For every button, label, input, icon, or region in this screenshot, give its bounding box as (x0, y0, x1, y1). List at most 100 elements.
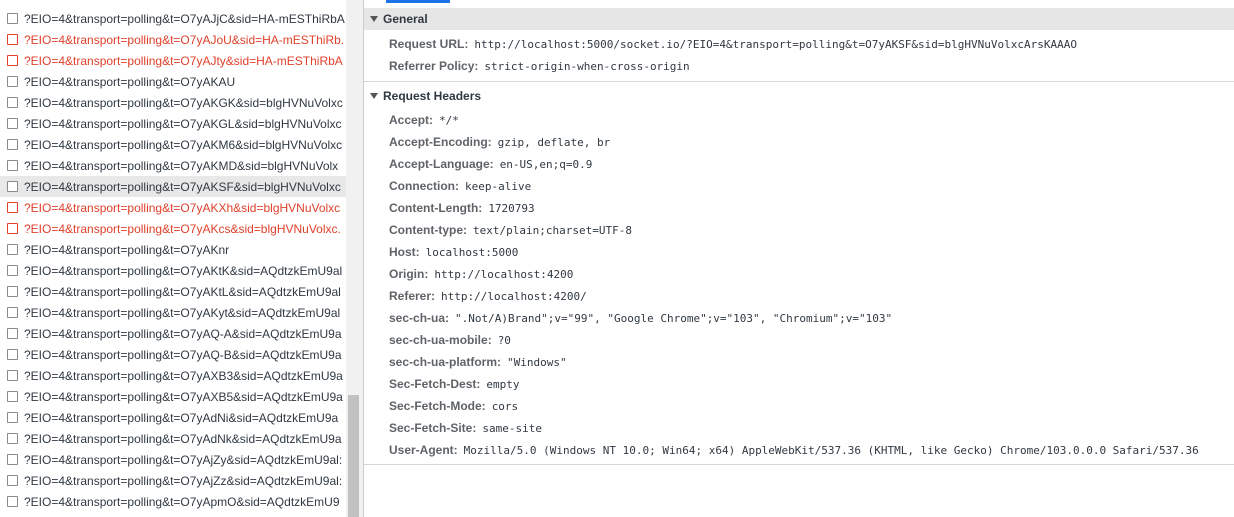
request-row[interactable]: ?EIO=4&transport=polling&t=O7yAJjC&sid=H… (0, 8, 346, 29)
request-name: ?EIO=4&transport=polling&t=O7yAJty&sid=H… (24, 53, 343, 68)
checkbox-icon[interactable] (7, 202, 18, 213)
section-divider (364, 81, 1234, 82)
request-row[interactable]: ?EIO=4&transport=polling&t=O7yAKM6&sid=b… (0, 134, 346, 155)
checkbox-icon[interactable] (7, 139, 18, 150)
checkbox-icon[interactable] (7, 349, 18, 360)
request-row[interactable]: ?EIO=4&transport=polling&t=O7yAJoU&sid=H… (0, 29, 346, 50)
request-name: ?EIO=4&transport=polling&t=O7yAJjC&sid=H… (24, 11, 345, 26)
checkbox-icon[interactable] (7, 76, 18, 87)
checkbox-icon[interactable] (7, 223, 18, 234)
request-header-row: Referer: http://localhost:4200/ (389, 285, 587, 307)
request-header-row: Accept-Language: en-US,en;q=0.9 (389, 153, 592, 175)
request-row[interactable]: ?EIO=4&transport=polling&t=O7yAQ-B&sid=A… (0, 344, 346, 365)
scrollbar-thumb[interactable] (348, 395, 359, 517)
request-row[interactable]: ?EIO=4&transport=polling&t=O7yAXB3&sid=A… (0, 365, 346, 386)
request-name: ?EIO=4&transport=polling&t=O7yAJoU&sid=H… (24, 32, 345, 47)
checkbox-icon[interactable] (7, 97, 18, 108)
request-row[interactable]: ?EIO=4&transport=polling&t=O7yAjZy&sid=A… (0, 449, 346, 470)
request-header-value: en-US,en;q=0.9 (499, 157, 593, 171)
request-row[interactable]: ?EIO=4&transport=polling&t=O7yAjZz&sid=A… (0, 470, 346, 491)
request-row[interactable]: ?EIO=4&transport=polling&t=O7yAKAU (0, 71, 346, 92)
request-row[interactable]: ?EIO=4&transport=polling&t=O7yAKcs&sid=b… (0, 218, 346, 239)
request-name: ?EIO=4&transport=polling&t=O7yAQ-B&sid=A… (24, 347, 342, 362)
request-row[interactable]: ?EIO=4&transport=polling&t=O7yApmO&sid=A… (0, 491, 346, 512)
request-row[interactable]: ?EIO=4&transport=polling&t=O7yAKtK&sid=A… (0, 260, 346, 281)
request-header-value: http://localhost:4200 (434, 267, 574, 281)
checkbox-icon[interactable] (7, 328, 18, 339)
request-row[interactable]: ?EIO=4&transport=polling&t=O7yAdNi&sid=A… (0, 407, 346, 428)
request-row[interactable]: ?EIO=4&transport=polling&t=O7yAdNk&sid=A… (0, 428, 346, 449)
request-name: ?EIO=4&transport=polling&t=O7yAjZz&sid=A… (24, 473, 343, 488)
request-row[interactable]: ?EIO=4&transport=polling&t=O7yAKnr (0, 239, 346, 260)
request-name: ?EIO=4&transport=polling&t=O7yAKM6&sid=b… (24, 137, 343, 152)
general-field-key: Referrer Policy: (389, 59, 479, 73)
request-header-value: ?0 (497, 333, 511, 347)
checkbox-icon[interactable] (7, 307, 18, 318)
request-header-value: http://localhost:4200/ (441, 289, 587, 303)
checkbox-icon[interactable] (7, 160, 18, 171)
request-name: ?EIO=4&transport=polling&t=O7yAKGK&sid=b… (24, 95, 343, 110)
request-name: ?EIO=4&transport=polling&t=O7yAKSF&sid=b… (24, 179, 341, 194)
request-header-value: Mozilla/5.0 (Windows NT 10.0; Win64; x64… (463, 443, 1199, 457)
request-row[interactable]: ?EIO=4&transport=polling&t=O7yAKMD&sid=b… (0, 155, 346, 176)
request-name: ?EIO=4&transport=polling&t=O7yAXB3&sid=A… (24, 368, 343, 383)
request-header-key: Accept: (389, 113, 434, 127)
request-row[interactable]: ?EIO=4&transport=polling&t=O7yAKGL&sid=b… (0, 113, 346, 134)
request-header-key: Content-type: (389, 223, 467, 237)
request-header-row: Accept: */* (389, 109, 459, 131)
request-row[interactable]: ?EIO=4&transport=polling&t=O7yAQ-A&sid=A… (0, 323, 346, 344)
active-tab-indicator (386, 0, 450, 3)
request-name: ?EIO=4&transport=polling&t=O7yAdNk&sid=A… (24, 431, 342, 446)
request-row[interactable]: ?EIO=4&transport=polling&t=O7yAKSF&sid=b… (0, 176, 346, 197)
request-header-row: Sec-Fetch-Dest: empty (389, 373, 519, 395)
triangle-down-icon[interactable] (370, 16, 378, 22)
checkbox-icon[interactable] (7, 55, 18, 66)
checkbox-icon[interactable] (7, 286, 18, 297)
request-header-value: localhost:5000 (425, 245, 519, 259)
checkbox-icon[interactable] (7, 244, 18, 255)
request-row[interactable]: ?EIO=4&transport=polling&t=O7yAJty&sid=H… (0, 50, 346, 71)
request-header-key: Accept-Encoding: (389, 135, 492, 149)
checkbox-icon[interactable] (7, 265, 18, 276)
request-headers-section-header[interactable]: Request Headers (364, 85, 1234, 107)
request-row[interactable]: ?EIO=4&transport=polling&t=O7yAKXh&sid=b… (0, 197, 346, 218)
request-header-row: Origin: http://localhost:4200 (389, 263, 573, 285)
checkbox-icon[interactable] (7, 496, 18, 507)
headers-panel: General Request URL: http://localhost:500… (364, 0, 1234, 517)
request-name: ?EIO=4&transport=polling&t=O7yAdNi&sid=A… (24, 410, 339, 425)
request-header-row: Connection: keep-alive (389, 175, 531, 197)
general-section-header[interactable]: General (364, 8, 1234, 30)
checkbox-icon[interactable] (7, 412, 18, 423)
section-divider (364, 464, 1234, 465)
checkbox-icon[interactable] (7, 475, 18, 486)
checkbox-icon[interactable] (7, 118, 18, 129)
checkbox-icon[interactable] (7, 433, 18, 444)
request-row[interactable]: ?EIO=4&transport=polling&t=O7yAXB5&sid=A… (0, 386, 346, 407)
request-header-row: Content-Length: 1720793 (389, 197, 535, 219)
request-header-key: Connection: (389, 179, 459, 193)
request-header-row: Content-type: text/plain;charset=UTF-8 (389, 219, 632, 241)
request-name: ?EIO=4&transport=polling&t=O7yAKtK&sid=A… (24, 263, 343, 278)
checkbox-icon[interactable] (7, 370, 18, 381)
request-row[interactable]: ?EIO=4&transport=polling&t=O7yAKGK&sid=b… (0, 92, 346, 113)
checkbox-icon[interactable] (7, 13, 18, 24)
request-row[interactable]: ?EIO=4&transport=polling&t=O7yAKtL&sid=A… (0, 281, 346, 302)
checkbox-icon[interactable] (7, 391, 18, 402)
general-field-key: Request URL: (389, 37, 469, 51)
request-header-value: gzip, deflate, br (497, 135, 611, 149)
triangle-down-icon[interactable] (370, 93, 378, 99)
general-field-value: strict-origin-when-cross-origin (484, 59, 690, 73)
checkbox-icon[interactable] (7, 34, 18, 45)
checkbox-icon[interactable] (7, 181, 18, 192)
request-header-key: sec-ch-ua-platform: (389, 355, 502, 369)
request-header-key: Accept-Language: (389, 157, 494, 171)
request-header-value: */* (439, 113, 459, 127)
checkbox-icon[interactable] (7, 454, 18, 465)
request-header-key: Referer: (389, 289, 436, 303)
request-name: ?EIO=4&transport=polling&t=O7yAKGL&sid=b… (24, 116, 342, 131)
request-headers-section-title: Request Headers (383, 89, 482, 103)
request-header-key: Origin: (389, 267, 429, 281)
request-list-scrollbar[interactable] (346, 0, 363, 517)
request-row[interactable]: ?EIO=4&transport=polling&t=O7yAKyt&sid=A… (0, 302, 346, 323)
general-field-value: http://localhost:5000/socket.io/?EIO=4&t… (474, 37, 1077, 51)
